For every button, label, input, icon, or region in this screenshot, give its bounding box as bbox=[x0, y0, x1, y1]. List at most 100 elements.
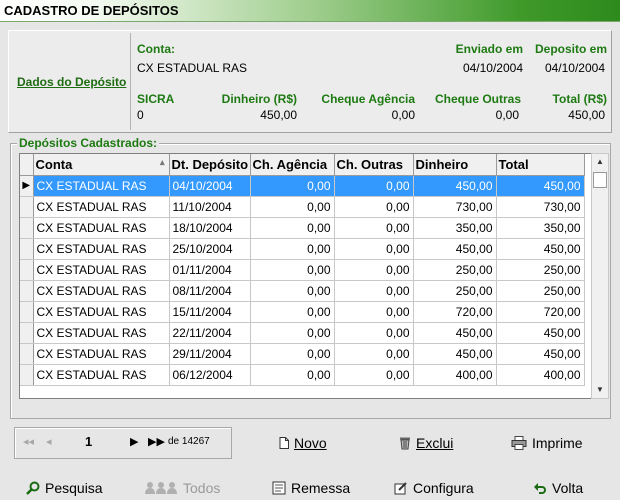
volta-button[interactable]: Volta bbox=[533, 480, 583, 496]
cell-conta[interactable]: CX ESTADUAL RAS bbox=[33, 280, 170, 302]
cell-dt-deposito[interactable]: 15/11/2004 bbox=[169, 301, 251, 323]
current-row-indicator-icon[interactable]: ▶ bbox=[20, 175, 34, 197]
scroll-down-icon[interactable]: ▼ bbox=[592, 382, 608, 398]
row-indicator[interactable] bbox=[20, 322, 34, 344]
cell-ch-agencia[interactable]: 0,00 bbox=[250, 196, 335, 218]
cell-ch-outras[interactable]: 0,00 bbox=[334, 238, 414, 260]
cell-total[interactable]: 720,00 bbox=[496, 301, 585, 323]
first-record-icon[interactable]: ◂◂ bbox=[23, 435, 34, 448]
col-header-ch-outras[interactable]: Ch. Outras bbox=[334, 154, 414, 176]
row-indicator[interactable] bbox=[20, 259, 34, 281]
cell-dinheiro[interactable]: 250,00 bbox=[413, 259, 497, 281]
cell-total[interactable]: 400,00 bbox=[496, 364, 585, 386]
prev-record-icon[interactable]: ◂ bbox=[46, 435, 52, 448]
row-indicator[interactable] bbox=[20, 343, 34, 365]
dados-deposito-link[interactable]: Dados do Depósito bbox=[17, 75, 126, 89]
scroll-up-icon[interactable]: ▲ bbox=[592, 154, 608, 170]
row-indicator[interactable] bbox=[20, 364, 34, 386]
pesquisa-button[interactable]: Pesquisa bbox=[26, 480, 103, 496]
col-header-ch-agencia[interactable]: Ch. Agência bbox=[250, 154, 335, 176]
last-record-icon[interactable]: ▶▶ bbox=[148, 435, 165, 448]
cell-ch-outras[interactable]: 0,00 bbox=[334, 217, 414, 239]
todos-button[interactable]: Todos bbox=[144, 480, 220, 496]
col-header-dt-deposito[interactable]: Dt. Depósito bbox=[169, 154, 251, 176]
cell-dinheiro[interactable]: 400,00 bbox=[413, 364, 497, 386]
cell-ch-agencia[interactable]: 0,00 bbox=[250, 343, 335, 365]
table-row[interactable]: CX ESTADUAL RAS 01/11/2004 0,00 0,00 250,00 2… bbox=[20, 259, 585, 281]
cell-total[interactable]: 450,00 bbox=[496, 343, 585, 365]
cell-ch-outras[interactable]: 0,00 bbox=[334, 322, 414, 344]
col-header-dinheiro[interactable]: Dinheiro bbox=[413, 154, 497, 176]
cell-ch-outras[interactable]: 0,00 bbox=[334, 175, 414, 197]
cell-ch-agencia[interactable]: 0,00 bbox=[250, 259, 335, 281]
cell-conta[interactable]: CX ESTADUAL RAS bbox=[33, 322, 170, 344]
cell-dinheiro[interactable]: 730,00 bbox=[413, 196, 497, 218]
row-indicator[interactable] bbox=[20, 217, 34, 239]
row-indicator[interactable] bbox=[20, 196, 34, 218]
cell-conta[interactable]: CX ESTADUAL RAS bbox=[33, 343, 170, 365]
cell-conta[interactable]: CX ESTADUAL RAS bbox=[33, 196, 170, 218]
table-row[interactable]: CX ESTADUAL RAS 06/12/2004 0,00 0,00 400,00 4… bbox=[20, 364, 585, 386]
cell-dt-deposito[interactable]: 22/11/2004 bbox=[169, 322, 251, 344]
configura-button[interactable]: Configura bbox=[394, 480, 474, 496]
table-row[interactable]: ▶ CX ESTADUAL RAS 04/10/2004 0,00 0,00 450,00… bbox=[20, 175, 585, 197]
cell-ch-agencia[interactable]: 0,00 bbox=[250, 364, 335, 386]
cell-total[interactable]: 450,00 bbox=[496, 238, 585, 260]
cell-ch-outras[interactable]: 0,00 bbox=[334, 301, 414, 323]
remessa-button[interactable]: Remessa bbox=[272, 480, 350, 496]
table-row[interactable]: CX ESTADUAL RAS 15/11/2004 0,00 0,00 720,00 7… bbox=[20, 301, 585, 323]
row-indicator[interactable] bbox=[20, 301, 34, 323]
cell-conta[interactable]: CX ESTADUAL RAS bbox=[33, 217, 170, 239]
cell-total[interactable]: 450,00 bbox=[496, 175, 585, 197]
next-record-icon[interactable]: ▶ bbox=[130, 435, 138, 448]
current-page-number[interactable]: 1 bbox=[85, 434, 92, 449]
col-header-total[interactable]: Total bbox=[496, 154, 585, 176]
cell-dt-deposito[interactable]: 04/10/2004 bbox=[169, 175, 251, 197]
cell-ch-outras[interactable]: 0,00 bbox=[334, 343, 414, 365]
cell-ch-agencia[interactable]: 0,00 bbox=[250, 175, 335, 197]
cell-dinheiro[interactable]: 450,00 bbox=[413, 322, 497, 344]
table-row[interactable]: CX ESTADUAL RAS 22/11/2004 0,00 0,00 450,00 4… bbox=[20, 322, 585, 344]
cell-total[interactable]: 250,00 bbox=[496, 280, 585, 302]
table-row[interactable]: CX ESTADUAL RAS 11/10/2004 0,00 0,00 730,00 7… bbox=[20, 196, 585, 218]
cell-total[interactable]: 350,00 bbox=[496, 217, 585, 239]
cell-ch-agencia[interactable]: 0,00 bbox=[250, 217, 335, 239]
cell-conta[interactable]: CX ESTADUAL RAS bbox=[33, 259, 170, 281]
cell-total[interactable]: 730,00 bbox=[496, 196, 585, 218]
cell-dinheiro[interactable]: 450,00 bbox=[413, 343, 497, 365]
table-row[interactable]: CX ESTADUAL RAS 29/11/2004 0,00 0,00 450,00 4… bbox=[20, 343, 585, 365]
cell-dt-deposito[interactable]: 18/10/2004 bbox=[169, 217, 251, 239]
cell-ch-outras[interactable]: 0,00 bbox=[334, 259, 414, 281]
cell-dt-deposito[interactable]: 11/10/2004 bbox=[169, 196, 251, 218]
cell-conta[interactable]: CX ESTADUAL RAS bbox=[33, 301, 170, 323]
cell-conta[interactable]: CX ESTADUAL RAS bbox=[33, 238, 170, 260]
cell-total[interactable]: 450,00 bbox=[496, 322, 585, 344]
cell-dt-deposito[interactable]: 06/12/2004 bbox=[169, 364, 251, 386]
cell-ch-agencia[interactable]: 0,00 bbox=[250, 280, 335, 302]
row-indicator[interactable] bbox=[20, 238, 34, 260]
cell-dinheiro[interactable]: 450,00 bbox=[413, 175, 497, 197]
novo-button[interactable]: Novo bbox=[279, 435, 327, 451]
cell-dinheiro[interactable]: 720,00 bbox=[413, 301, 497, 323]
cell-dt-deposito[interactable]: 29/11/2004 bbox=[169, 343, 251, 365]
depositos-grid[interactable]: Conta ▴ Dt. Depósito Ch. Agência Ch. Outr… bbox=[19, 153, 609, 399]
cell-ch-outras[interactable]: 0,00 bbox=[334, 364, 414, 386]
cell-ch-outras[interactable]: 0,00 bbox=[334, 196, 414, 218]
cell-ch-agencia[interactable]: 0,00 bbox=[250, 238, 335, 260]
cell-dinheiro[interactable]: 250,00 bbox=[413, 280, 497, 302]
table-row[interactable]: CX ESTADUAL RAS 25/10/2004 0,00 0,00 450,00 4… bbox=[20, 238, 585, 260]
cell-conta[interactable]: CX ESTADUAL RAS bbox=[33, 364, 170, 386]
exclui-button[interactable]: Exclui bbox=[399, 435, 453, 451]
cell-ch-outras[interactable]: 0,00 bbox=[334, 280, 414, 302]
cell-dt-deposito[interactable]: 08/11/2004 bbox=[169, 280, 251, 302]
cell-dinheiro[interactable]: 450,00 bbox=[413, 238, 497, 260]
grid-vertical-scrollbar[interactable]: ▲ ▼ bbox=[591, 153, 609, 399]
cell-dt-deposito[interactable]: 01/11/2004 bbox=[169, 259, 251, 281]
table-row[interactable]: CX ESTADUAL RAS 08/11/2004 0,00 0,00 250,00 2… bbox=[20, 280, 585, 302]
cell-ch-agencia[interactable]: 0,00 bbox=[250, 301, 335, 323]
row-indicator[interactable] bbox=[20, 280, 34, 302]
imprime-button[interactable]: Imprime bbox=[511, 435, 583, 451]
cell-ch-agencia[interactable]: 0,00 bbox=[250, 322, 335, 344]
col-header-conta[interactable]: Conta ▴ bbox=[33, 154, 170, 176]
cell-total[interactable]: 250,00 bbox=[496, 259, 585, 281]
